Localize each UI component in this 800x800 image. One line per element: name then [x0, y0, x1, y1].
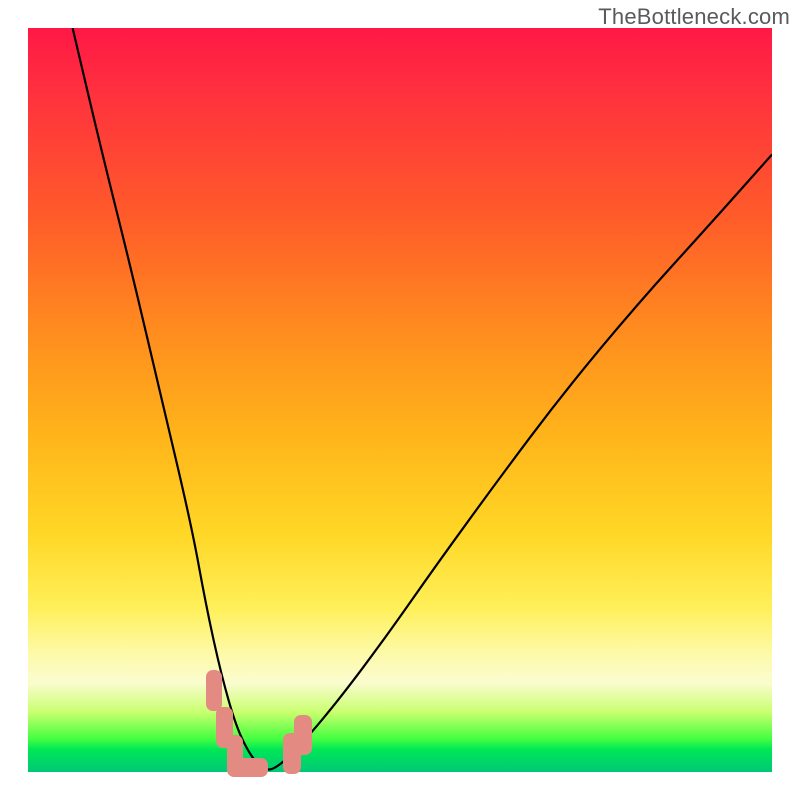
- chart-frame: TheBottleneck.com: [0, 0, 800, 800]
- watermark-text: TheBottleneck.com: [598, 4, 790, 30]
- data-marker: [206, 670, 222, 711]
- data-marker: [227, 758, 268, 777]
- data-marker: [294, 715, 312, 754]
- bottleneck-curve: [28, 28, 772, 772]
- plot-area: [28, 28, 772, 772]
